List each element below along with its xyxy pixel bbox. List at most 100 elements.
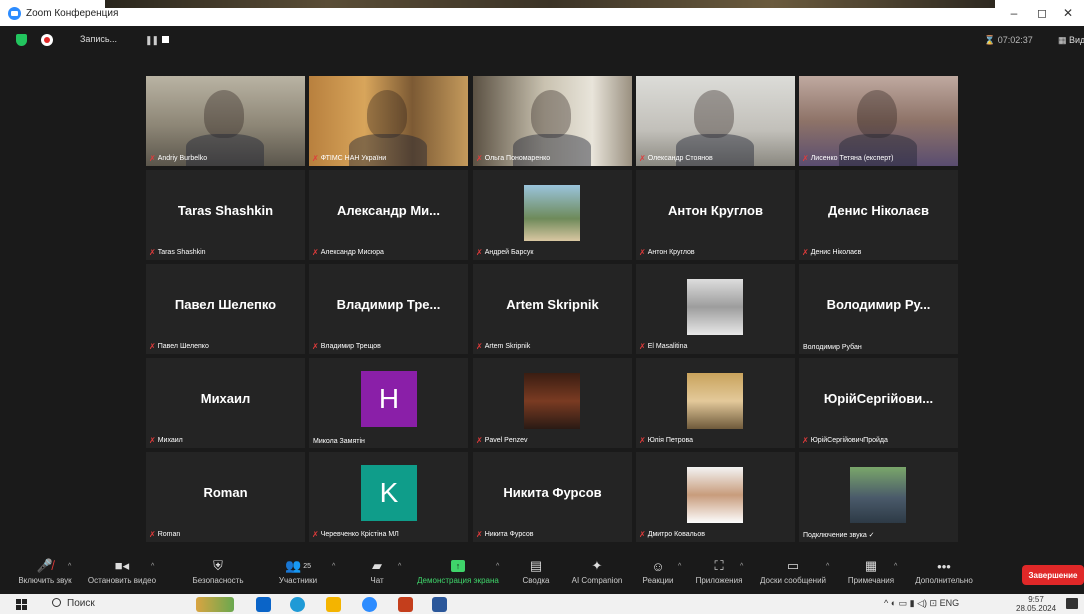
file-explorer-icon[interactable] (326, 597, 341, 612)
clock-time: 9:57 (1028, 595, 1044, 604)
participant-tile[interactable]: Roman ✗ Roman (146, 452, 305, 542)
shield-icon[interactable] (16, 34, 27, 46)
whiteboards-button[interactable]: ▭ Доски сообщений (754, 556, 832, 592)
landscape-widget-icon[interactable] (196, 597, 234, 612)
chat-label: Чат (370, 576, 384, 585)
windows-start-icon[interactable] (16, 599, 27, 610)
participant-tile[interactable]: Александр Ми... ✗ Александр Мисюра (309, 170, 468, 260)
participant-name: Юлія Петрова (647, 437, 694, 444)
participant-tile[interactable]: Володимир Ру... Володимир Рубан (799, 264, 958, 354)
record-icon (41, 34, 53, 46)
participant-name: Подключение звука ✓ (803, 532, 875, 539)
participant-tile[interactable]: Taras Shashkin ✗ Taras Shashkin (146, 170, 305, 260)
outlook-icon[interactable] (256, 597, 271, 612)
taskbar-clock[interactable]: 9:57 28.05.2024 (1016, 595, 1056, 613)
participant-tile[interactable]: ✗ Юлія Петрова (636, 358, 795, 448)
stop-video-button[interactable]: ■◂ Остановить видео (84, 556, 160, 592)
window-titlebar: Zoom Конференция – ◻ ✕ (0, 0, 1084, 26)
participant-name: Олександр Стоянов (647, 155, 713, 162)
language-indicator[interactable]: ENG (940, 598, 960, 608)
apps-icon: ⛶ (714, 558, 724, 573)
close-button[interactable]: ✕ (1052, 0, 1084, 26)
participant-name: ЮрійСергійовичПройда (810, 437, 888, 444)
edge-browser-icon[interactable] (290, 597, 305, 612)
participant-tile[interactable]: ✗ Олександр Стоянов (636, 76, 795, 166)
security-button[interactable]: ⛨ Безопасность (188, 556, 248, 592)
participant-tile[interactable]: ✗ Andriy Burbelko (146, 76, 305, 166)
participant-tile[interactable]: ✗ Дмитро Ковальов (636, 452, 795, 542)
participant-tile[interactable]: H Микола Замятін (309, 358, 468, 448)
participant-tile[interactable]: Artem Skripnik ✗ Artem Skripnik (473, 264, 632, 354)
participant-tile[interactable]: Владимир Тре... ✗ Владимир Трещов (309, 264, 468, 354)
participant-display-name: Антон Круглов (668, 203, 763, 218)
participant-display-name: Taras Shashkin (177, 203, 274, 218)
pause-recording-button[interactable]: ❚❚ (145, 35, 159, 46)
powerpoint-icon[interactable] (398, 597, 413, 612)
audio-options-caret[interactable]: ^ (68, 563, 71, 570)
mic-muted-icon: ✗ (149, 154, 156, 163)
avatar-initial: H (361, 371, 417, 427)
participant-tile[interactable]: Подключение звука ✓ (799, 452, 958, 542)
reactions-label: Реакции (642, 576, 674, 585)
participant-display-name: Никита Фурсов (503, 485, 602, 500)
chat-caret[interactable]: ^ (398, 563, 401, 570)
participant-name-caption: ✗ Павел Шелепко (149, 342, 209, 351)
participant-tile[interactable]: ✗ Pavel Penzev (473, 358, 632, 448)
meeting-timer: ⌛ 07:02:37 (984, 35, 1033, 45)
participant-tile[interactable]: Антон Круглов ✗ Антон Круглов (636, 170, 795, 260)
participant-name-caption: ✗ Олександр Стоянов (639, 154, 713, 163)
participant-tile[interactable]: K ✗ Черевченко Крістіна МЛ (309, 452, 468, 542)
video-camera-icon: ■◂ (114, 558, 130, 573)
participant-tile[interactable]: ✗ Андрей Барсук (473, 170, 632, 260)
participant-tile[interactable]: Михаил ✗ Михаил (146, 358, 305, 448)
unmute-button[interactable]: 🎤̸ Включить звук (14, 556, 76, 592)
word-icon[interactable] (432, 597, 447, 612)
end-meeting-button[interactable]: Завершение (1022, 565, 1084, 585)
participant-name-caption: ✗ Roman (149, 530, 180, 539)
share-screen-button[interactable]: ↑ Демонстрация экрана (412, 556, 504, 592)
participants-caret[interactable]: ^ (332, 563, 335, 570)
ai-companion-button[interactable]: ✦ AI Companion (566, 556, 628, 592)
participant-video (146, 76, 305, 166)
notes-caret[interactable]: ^ (894, 563, 897, 570)
system-tray[interactable]: ^ ◐ ▭ ▮ ◁) ⊡ ENG (884, 598, 959, 609)
apps-button[interactable]: ⛶ Приложения (690, 556, 748, 592)
participant-display-name: Artem Skripnik (506, 297, 599, 312)
mic-muted-icon: ✗ (149, 436, 156, 445)
participant-name-caption: ✗ El Masalitina (639, 342, 687, 351)
participant-name: Володимир Рубан (803, 344, 862, 351)
zoom-taskbar-icon[interactable] (362, 597, 377, 612)
notification-icon[interactable] (1066, 598, 1078, 609)
participant-name: Микола Замятін (313, 438, 365, 445)
participant-tile[interactable]: ✗ ФТІМС НАН України (309, 76, 468, 166)
profile-photo (687, 467, 743, 523)
notes-button[interactable]: ▦ Примечания (842, 556, 900, 592)
participant-tile[interactable]: Павел Шелепко ✗ Павел Шелепко (146, 264, 305, 354)
reactions-button[interactable]: ☺ Реакции (638, 556, 678, 592)
reactions-caret[interactable]: ^ (678, 563, 681, 570)
participant-name: Дмитро Ковальов (647, 531, 705, 538)
share-caret[interactable]: ^ (496, 563, 499, 570)
whiteboards-caret[interactable]: ^ (826, 563, 829, 570)
stop-recording-button[interactable] (162, 36, 169, 43)
apps-label: Приложения (695, 576, 743, 585)
participant-name-caption: ✗ Andriy Burbelko (149, 154, 207, 163)
window-title: Zoom Конференция (26, 7, 119, 19)
mic-muted-icon: ✗ (312, 154, 319, 163)
participant-tile[interactable]: ✗ Лисенко Тетяна (експерт) (799, 76, 958, 166)
summary-button[interactable]: ▤ Сводка (518, 556, 554, 592)
video-options-caret[interactable]: ^ (151, 563, 154, 570)
participant-tile[interactable]: ЮрійСергійови... ✗ ЮрійСергійовичПройда (799, 358, 958, 448)
apps-caret[interactable]: ^ (740, 563, 743, 570)
participant-tile[interactable]: ✗ El Masalitina (636, 264, 795, 354)
participant-name: Черевченко Крістіна МЛ (320, 531, 399, 538)
participant-tile[interactable]: ✗ Ольга Пономаренко (473, 76, 632, 166)
taskbar-search[interactable]: Поиск (52, 598, 95, 609)
participants-button[interactable]: 👥 25 Участники (272, 556, 324, 592)
share-screen-icon: ↑ (451, 556, 465, 576)
more-button[interactable]: ••• Дополнительно (910, 556, 978, 592)
view-button[interactable]: ▦ Вид (1058, 35, 1084, 46)
chat-button[interactable]: ▰ Чат (362, 556, 392, 592)
participant-tile[interactable]: Никита Фурсов ✗ Никита Фурсов (473, 452, 632, 542)
participant-tile[interactable]: Денис Ніколаєв ✗ Денис Ніколаєв (799, 170, 958, 260)
